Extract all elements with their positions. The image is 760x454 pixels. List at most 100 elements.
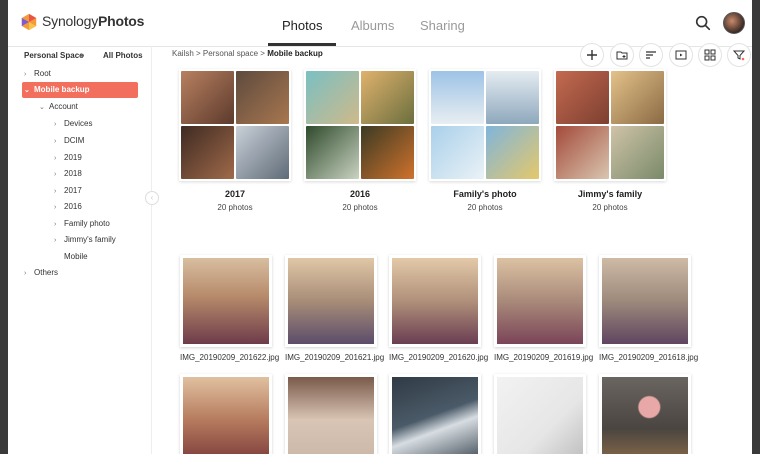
album-thumb	[236, 126, 289, 179]
breadcrumb-item-personal-space[interactable]: Personal space	[203, 49, 258, 58]
photo-item[interactable]	[180, 374, 272, 454]
add-icon	[587, 50, 597, 60]
album-title: 2016	[349, 189, 371, 199]
chevron-right-icon[interactable]: ›	[54, 167, 64, 183]
album-thumb	[611, 71, 664, 124]
tree-item-mobile-backup[interactable]: ⌄ Mobile backup	[22, 82, 138, 98]
tree-item-jimmys-family[interactable]: › Jimmy's family	[54, 232, 116, 248]
photo-thumbnail[interactable]	[599, 374, 691, 454]
album-card[interactable]: Jimmy's family 20 photos	[554, 69, 666, 212]
brand-name: SynologyPhotos	[42, 13, 145, 29]
album-card[interactable]: Family's photo 20 photos	[429, 69, 541, 212]
album-cover	[429, 69, 541, 181]
tree-item-dcim[interactable]: › DCIM	[54, 133, 84, 149]
all-photos-link[interactable]: All Photos	[103, 51, 143, 60]
tree-item-others[interactable]: › Others	[24, 265, 58, 281]
album-thumb	[611, 126, 664, 179]
chevron-right-icon[interactable]: ›	[54, 233, 64, 249]
photo-filename: IMG_20190209_201619.jpg	[494, 353, 594, 362]
photo-item[interactable]: IMG_20190209_201622.jpg	[180, 255, 280, 362]
sort-icon	[646, 51, 656, 59]
album-thumb	[361, 71, 414, 124]
filter-icon	[733, 50, 745, 61]
chevron-right-icon[interactable]: ›	[54, 151, 64, 167]
tree-item-2016[interactable]: › 2016	[54, 199, 82, 215]
chevron-right-icon[interactable]: ›	[54, 200, 64, 216]
photo-thumbnail[interactable]	[389, 374, 481, 454]
grid-view-button[interactable]	[698, 43, 722, 67]
album-thumb	[181, 71, 234, 124]
chevron-right-icon[interactable]: ›	[54, 217, 64, 233]
tab-photos[interactable]: Photos	[282, 18, 322, 33]
album-thumb	[306, 126, 359, 179]
photo-thumbnail[interactable]	[180, 255, 272, 347]
sort-button[interactable]	[639, 43, 663, 67]
breadcrumb: Kailsh > Personal space > Mobile backup	[172, 49, 323, 58]
tree-item-2018[interactable]: › 2018	[54, 166, 82, 182]
album-card[interactable]: 2017 20 photos	[179, 69, 291, 212]
album-title: Family's photo	[453, 189, 517, 199]
album-thumb	[181, 126, 234, 179]
photo-thumbnail[interactable]	[285, 255, 377, 347]
photo-item[interactable]	[285, 374, 377, 454]
user-avatar[interactable]	[723, 12, 745, 34]
photo-thumbnail[interactable]	[599, 255, 691, 347]
photo-item[interactable]: IMG_20190209_201620.jpg	[389, 255, 489, 362]
photo-filename: IMG_20190209_201618.jpg	[599, 353, 699, 362]
album-cover	[179, 69, 291, 181]
chevron-right-icon[interactable]: ›	[24, 67, 34, 83]
album-card[interactable]: 2016 20 photos	[304, 69, 416, 212]
chevron-right-icon[interactable]: ›	[54, 184, 64, 200]
album-thumb	[556, 71, 609, 124]
album-thumb	[236, 71, 289, 124]
tree-item-account[interactable]: ⌄ Account	[39, 99, 78, 115]
chevron-right-icon[interactable]: ›	[54, 117, 64, 133]
new-folder-button[interactable]	[610, 43, 634, 67]
tree-item-devices[interactable]: › Devices	[54, 116, 92, 132]
album-thumb	[431, 126, 484, 179]
synology-photos-logo	[21, 13, 37, 31]
photo-item[interactable]	[599, 374, 691, 454]
tree-item-2017[interactable]: › 2017	[54, 183, 82, 199]
album-title: 2017	[224, 189, 246, 199]
photo-filename: IMG_20190209_201620.jpg	[389, 353, 489, 362]
chevron-down-icon[interactable]: ⌄	[24, 83, 34, 99]
album-cover	[554, 69, 666, 181]
photo-item[interactable]: IMG_20190209_201621.jpg	[285, 255, 385, 362]
slideshow-icon	[675, 50, 687, 60]
breadcrumb-current: Mobile backup	[267, 49, 323, 58]
photo-thumbnail[interactable]	[494, 374, 586, 454]
tree-item-2019[interactable]: › 2019	[54, 150, 82, 166]
filter-button[interactable]	[727, 43, 751, 67]
new-folder-icon	[616, 51, 628, 60]
chevron-right-icon[interactable]: ›	[54, 134, 64, 150]
tab-sharing[interactable]: Sharing	[420, 18, 465, 33]
photo-thumbnail[interactable]	[285, 374, 377, 454]
photo-item[interactable]: IMG_20190209_201619.jpg	[494, 255, 594, 362]
album-thumb	[431, 71, 484, 124]
tree-item-root[interactable]: › Root	[24, 66, 134, 82]
photo-filename: IMG_20190209_201621.jpg	[285, 353, 385, 362]
chevron-right-icon[interactable]: ›	[24, 266, 34, 282]
photo-item[interactable]: IMG_20190209_201618.jpg	[599, 255, 699, 362]
photo-thumbnail[interactable]	[180, 374, 272, 454]
space-selector[interactable]: Personal Space	[24, 51, 84, 60]
tree-item-family-photo[interactable]: › Family photo	[54, 216, 110, 232]
album-cover	[304, 69, 416, 181]
photo-item[interactable]	[494, 374, 586, 454]
photo-filename: IMG_20190209_201622.jpg	[180, 353, 280, 362]
chevron-down-icon[interactable]: ⌄	[39, 100, 49, 116]
breadcrumb-item-kailsh[interactable]: Kailsh	[172, 49, 194, 58]
album-count: 20 photos	[592, 203, 628, 212]
album-thumb	[306, 71, 359, 124]
search-icon[interactable]	[694, 14, 712, 32]
tree-item-mobile[interactable]: Mobile	[64, 249, 88, 265]
tab-albums[interactable]: Albums	[351, 18, 394, 33]
photo-thumbnail[interactable]	[389, 255, 481, 347]
separator-dot-icon	[81, 54, 84, 57]
sidebar: Personal Space All Photos › Root ⌄ Mobile …	[8, 46, 152, 454]
slideshow-button[interactable]	[669, 43, 693, 67]
photo-thumbnail[interactable]	[494, 255, 586, 347]
add-button[interactable]	[580, 43, 604, 67]
photo-item[interactable]	[389, 374, 481, 454]
